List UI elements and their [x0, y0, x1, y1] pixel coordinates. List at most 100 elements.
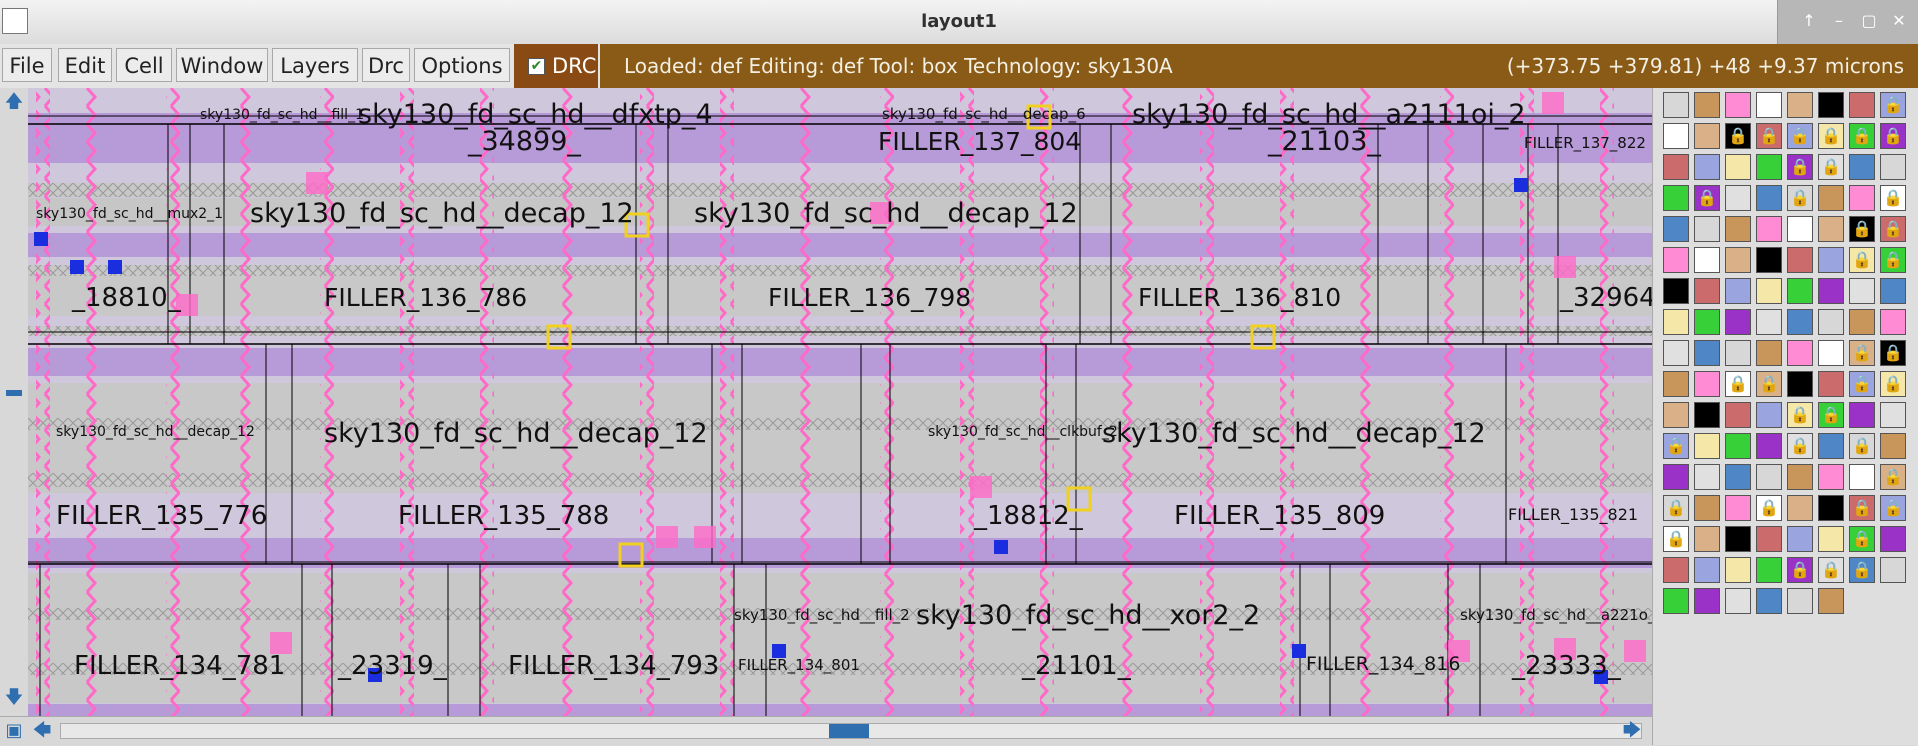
layer-swatch[interactable] — [1756, 247, 1782, 273]
lock-icon[interactable]: 🔒 — [1880, 92, 1906, 118]
layer-swatch[interactable] — [1725, 557, 1751, 583]
minimize-icon[interactable]: – — [1828, 10, 1850, 32]
layer-swatch[interactable] — [1787, 495, 1813, 521]
layer-palette[interactable]: 🔒 🔒 🔒 🔒 🔒 🔒 🔒 🔒 🔒 🔒 🔒 🔒 🔒 🔒 🔒 🔒 🔒 🔒 🔒 🔒 🔒 🔒 🔒 🔒 🔒 🔒 🔒 🔒 🔒 🔒 🔒 🔒 🔒 🔒 🔒 🔒 🔒 — [1652, 88, 1918, 745]
lock-icon[interactable]: 🔒 — [1663, 526, 1689, 552]
layer-swatch[interactable] — [1880, 309, 1906, 335]
horizontal-scrollbar[interactable]: ▣ 🡄 🡆 — [0, 716, 1652, 746]
lock-icon[interactable]: 🔒 — [1787, 123, 1813, 149]
layer-swatch[interactable] — [1725, 309, 1751, 335]
scroll-right-icon[interactable]: 🡆 — [1622, 721, 1642, 741]
layer-swatch[interactable] — [1756, 557, 1782, 583]
lock-icon[interactable]: 🔒 — [1849, 247, 1875, 273]
layer-swatch[interactable] — [1787, 309, 1813, 335]
lock-icon[interactable]: 🔒 — [1849, 371, 1875, 397]
menu-edit[interactable]: Edit — [58, 48, 112, 82]
layer-swatch[interactable] — [1694, 371, 1720, 397]
layer-swatch[interactable] — [1849, 185, 1875, 211]
layer-swatch[interactable] — [1694, 433, 1720, 459]
lock-icon[interactable]: 🔒 — [1849, 123, 1875, 149]
lock-icon[interactable]: 🔒 — [1756, 495, 1782, 521]
lock-icon[interactable]: 🔒 — [1880, 371, 1906, 397]
layer-swatch[interactable] — [1787, 588, 1813, 614]
lock-icon[interactable]: 🔒 — [1818, 123, 1844, 149]
lock-icon[interactable]: 🔒 — [1880, 123, 1906, 149]
layer-swatch[interactable] — [1818, 464, 1844, 490]
layer-swatch[interactable] — [1849, 464, 1875, 490]
lock-icon[interactable]: 🔒 — [1787, 402, 1813, 428]
lock-icon[interactable]: 🔒 — [1694, 185, 1720, 211]
layer-swatch[interactable] — [1818, 309, 1844, 335]
layer-swatch[interactable] — [1756, 464, 1782, 490]
lock-icon[interactable]: 🔒 — [1725, 123, 1751, 149]
lock-icon[interactable]: 🔒 — [1849, 433, 1875, 459]
layer-swatch[interactable] — [1725, 464, 1751, 490]
lock-icon[interactable]: 🔒 — [1849, 557, 1875, 583]
layer-swatch[interactable] — [1787, 216, 1813, 242]
lock-icon[interactable]: 🔒 — [1663, 495, 1689, 521]
layer-swatch[interactable] — [1694, 464, 1720, 490]
layer-swatch[interactable] — [1818, 588, 1844, 614]
layer-swatch[interactable] — [1725, 278, 1751, 304]
lock-icon[interactable]: 🔒 — [1818, 402, 1844, 428]
layer-swatch[interactable] — [1818, 216, 1844, 242]
layer-swatch[interactable] — [1756, 402, 1782, 428]
lock-icon[interactable]: 🔒 — [1880, 464, 1906, 490]
layer-swatch[interactable] — [1725, 154, 1751, 180]
layer-swatch[interactable] — [1663, 371, 1689, 397]
layer-swatch[interactable] — [1663, 340, 1689, 366]
scroll-up-icon[interactable]: 🡅 — [4, 92, 24, 112]
close-icon[interactable]: ✕ — [1888, 10, 1910, 32]
layer-swatch[interactable] — [1694, 154, 1720, 180]
layer-swatch[interactable] — [1756, 340, 1782, 366]
scroll-thumb[interactable] — [6, 390, 22, 396]
layer-swatch[interactable] — [1849, 309, 1875, 335]
lock-icon[interactable]: 🔒 — [1787, 185, 1813, 211]
layer-swatch[interactable] — [1787, 92, 1813, 118]
layer-swatch[interactable] — [1787, 464, 1813, 490]
layer-swatch[interactable] — [1725, 92, 1751, 118]
layer-swatch[interactable] — [1787, 371, 1813, 397]
lock-icon[interactable]: 🔒 — [1818, 557, 1844, 583]
layer-swatch[interactable] — [1849, 154, 1875, 180]
layer-swatch[interactable] — [1694, 247, 1720, 273]
layout-svg[interactable]: sky130_fd_sc_hd__dfxtp_4 _34899_ FILLER_… — [28, 88, 1652, 716]
layer-swatch[interactable] — [1756, 154, 1782, 180]
layer-swatch[interactable] — [1880, 154, 1906, 180]
layer-swatch[interactable] — [1756, 433, 1782, 459]
menu-layers[interactable]: Layers — [272, 48, 358, 82]
lock-icon[interactable]: 🔒 — [1849, 340, 1875, 366]
layer-swatch[interactable] — [1725, 247, 1751, 273]
drc-toggle[interactable]: ✔ DRC — [514, 44, 598, 88]
layer-swatch[interactable] — [1725, 588, 1751, 614]
layer-swatch[interactable] — [1818, 247, 1844, 273]
lock-icon[interactable]: 🔒 — [1849, 216, 1875, 242]
layer-swatch[interactable] — [1663, 402, 1689, 428]
layer-swatch[interactable] — [1756, 185, 1782, 211]
scroll-down-icon[interactable]: 🡇 — [4, 688, 24, 708]
lock-icon[interactable]: 🔒 — [1787, 154, 1813, 180]
up-arrow-icon[interactable]: ↑ — [1798, 10, 1820, 32]
lock-icon[interactable]: 🔒 — [1880, 495, 1906, 521]
layer-swatch[interactable] — [1725, 495, 1751, 521]
layer-swatch[interactable] — [1756, 588, 1782, 614]
layer-swatch[interactable] — [1694, 526, 1720, 552]
layer-swatch[interactable] — [1663, 154, 1689, 180]
layer-swatch[interactable] — [1663, 588, 1689, 614]
layer-swatch[interactable] — [1663, 309, 1689, 335]
lock-icon[interactable]: 🔒 — [1663, 433, 1689, 459]
layer-swatch[interactable] — [1818, 495, 1844, 521]
layer-swatch[interactable] — [1756, 216, 1782, 242]
layer-swatch[interactable] — [1818, 433, 1844, 459]
layer-swatch[interactable] — [1880, 402, 1906, 428]
layer-swatch[interactable] — [1663, 92, 1689, 118]
layer-swatch[interactable] — [1818, 92, 1844, 118]
layer-swatch[interactable] — [1880, 526, 1906, 552]
menu-window[interactable]: Window — [176, 48, 268, 82]
scroll-thumb-horizontal[interactable] — [829, 724, 869, 738]
layer-swatch[interactable] — [1725, 433, 1751, 459]
layer-swatch[interactable] — [1694, 402, 1720, 428]
layer-swatch[interactable] — [1849, 278, 1875, 304]
layer-swatch[interactable] — [1663, 185, 1689, 211]
layer-swatch[interactable] — [1818, 340, 1844, 366]
